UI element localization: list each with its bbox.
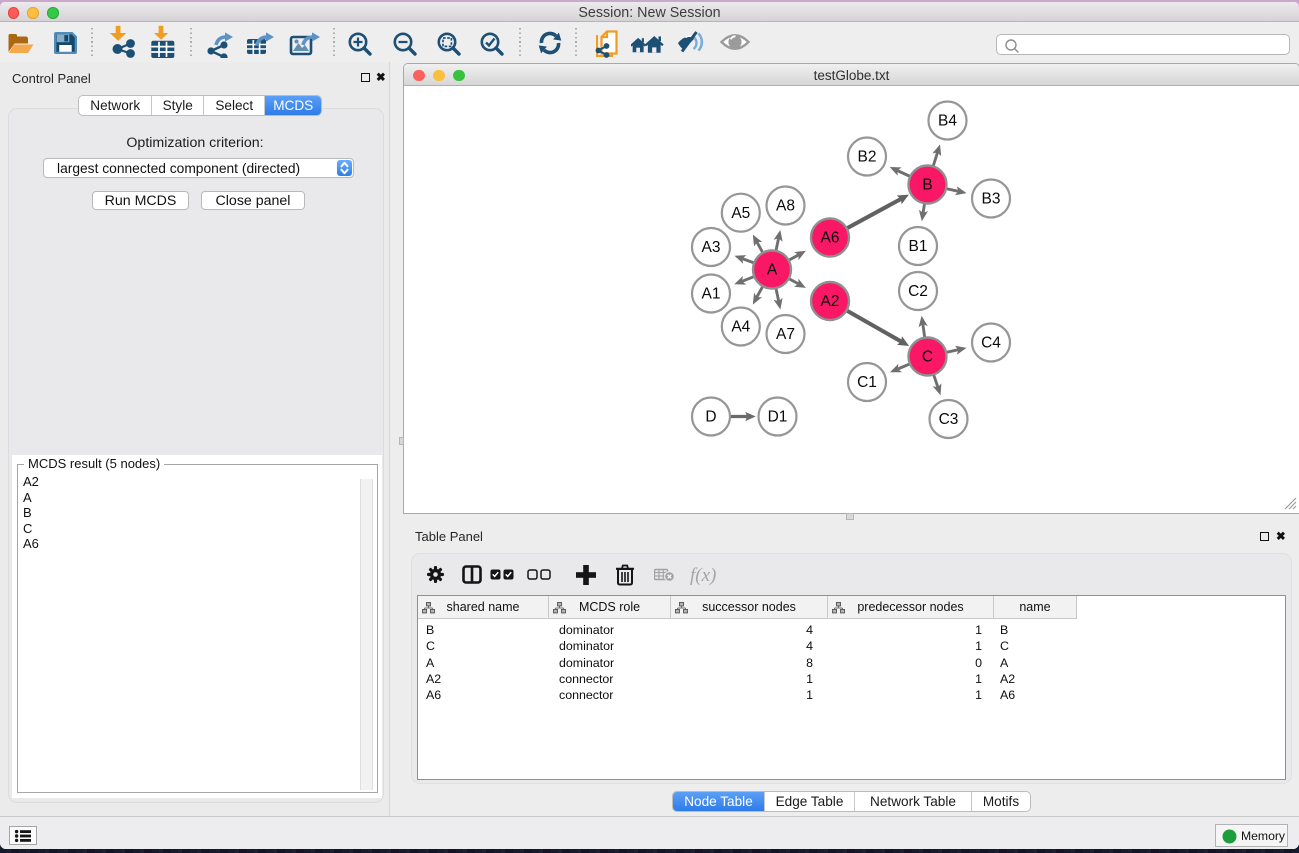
- svg-text:A1: A1: [702, 286, 721, 303]
- svg-text:A: A: [767, 262, 778, 279]
- svg-text:f(x): f(x): [690, 565, 716, 586]
- svg-text:C4: C4: [981, 335, 1001, 352]
- svg-text:D1: D1: [768, 409, 788, 426]
- svg-text:C: C: [922, 349, 933, 366]
- svg-text:C3: C3: [939, 411, 959, 428]
- svg-text:A2: A2: [821, 293, 840, 310]
- svg-text:B: B: [922, 177, 932, 194]
- svg-text:A5: A5: [731, 205, 750, 222]
- svg-text:B3: B3: [982, 191, 1001, 208]
- svg-text:B4: B4: [938, 113, 957, 130]
- svg-text:C1: C1: [857, 374, 877, 391]
- svg-text:A8: A8: [776, 198, 795, 215]
- svg-text:A6: A6: [821, 230, 840, 247]
- svg-text:D: D: [705, 409, 716, 426]
- svg-text:B1: B1: [909, 238, 928, 255]
- svg-text:A3: A3: [702, 239, 721, 256]
- svg-text:B2: B2: [858, 149, 877, 166]
- svg-text:A7: A7: [776, 326, 795, 343]
- svg-text:A4: A4: [731, 319, 750, 336]
- svg-text:C2: C2: [908, 283, 928, 300]
